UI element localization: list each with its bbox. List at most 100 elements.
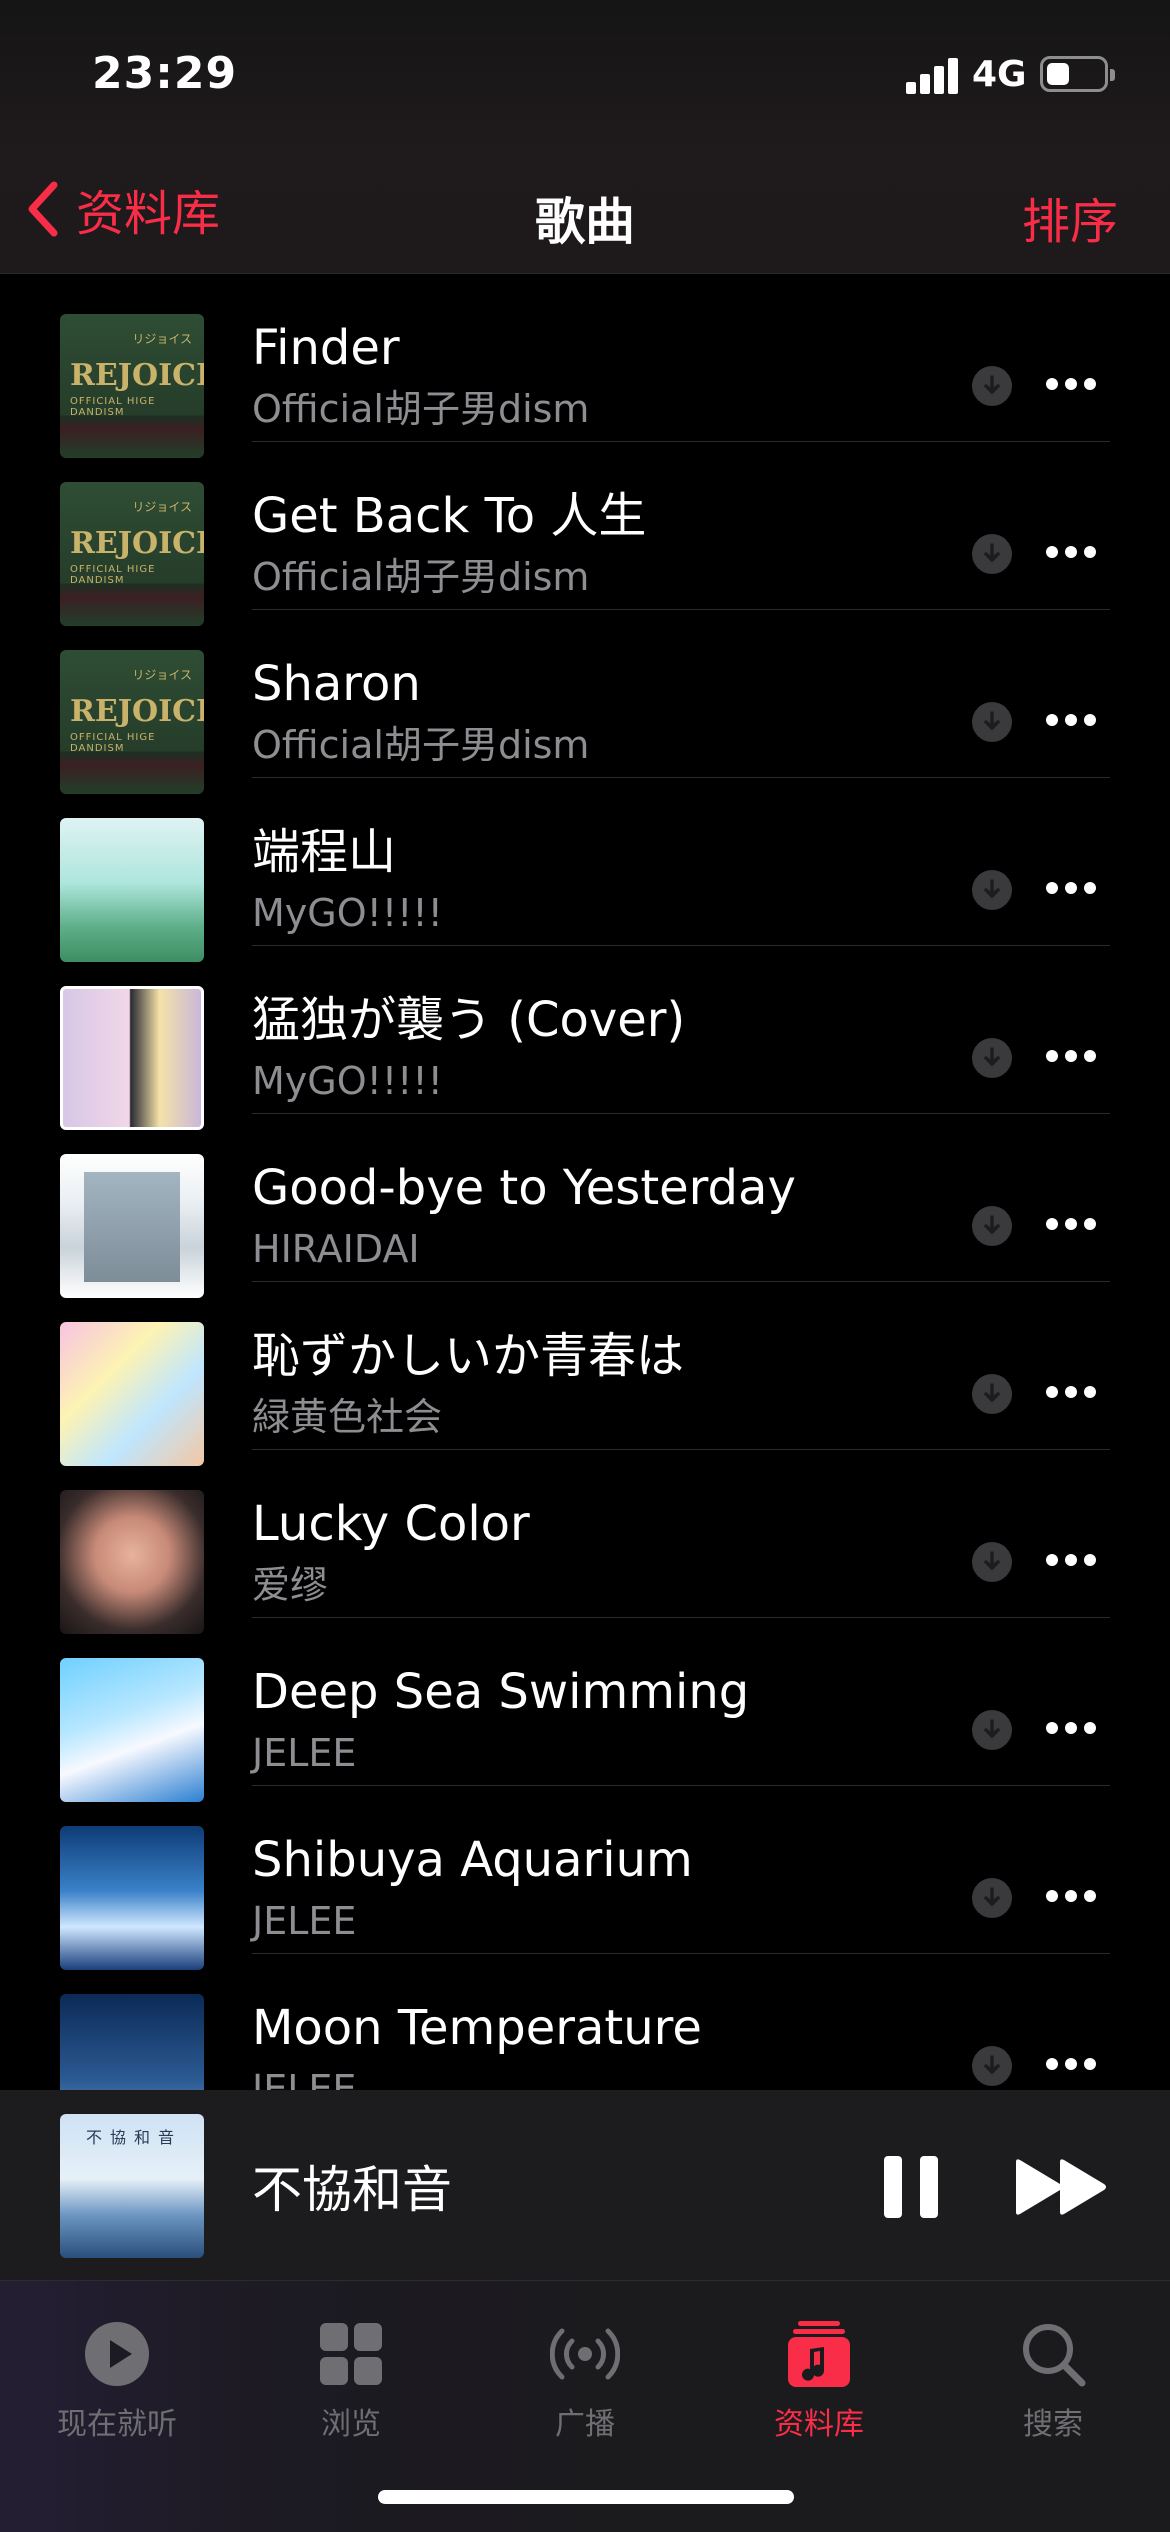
song-artist: 爱缪: [252, 1563, 329, 1607]
song-row[interactable]: Lucky Color 爱缪: [0, 1450, 1170, 1634]
album-art: [60, 1658, 204, 1802]
album-art: リジョイス REJOICE OFFICIAL HIGE DANDISM: [60, 650, 204, 794]
song-title: Finder: [252, 320, 400, 376]
album-art: [60, 1490, 204, 1634]
album-art-text: OFFICIAL HIGE DANDISM: [70, 564, 156, 586]
album-art: [60, 1154, 204, 1298]
radio-icon: [550, 2328, 620, 2380]
now-playing-title: 不協和音: [252, 2161, 452, 2219]
download-icon[interactable]: [972, 1374, 1012, 1414]
more-options-icon[interactable]: [1046, 546, 1096, 560]
battery-icon: [1040, 56, 1115, 92]
download-icon[interactable]: [972, 1038, 1012, 1078]
song-row[interactable]: Moon Temperature JELEE: [0, 1954, 1170, 2090]
more-options-icon[interactable]: [1046, 714, 1096, 728]
song-row[interactable]: 端程山 MyGO!!!!!: [0, 778, 1170, 962]
song-row[interactable]: 猛独が襲う (Cover) MyGO!!!!!: [0, 946, 1170, 1130]
sort-button[interactable]: 排序: [1022, 182, 1118, 252]
song-row[interactable]: リジョイス REJOICE OFFICIAL HIGE DANDISM Shar…: [0, 610, 1170, 794]
more-options-icon[interactable]: [1046, 1386, 1096, 1400]
more-options-icon[interactable]: [1046, 1218, 1096, 1232]
song-artist: HIRAIDAI: [252, 1227, 420, 1271]
album-art: リジョイス REJOICE OFFICIAL HIGE DANDISM: [60, 482, 204, 626]
fast-forward-button[interactable]: [1014, 2158, 1110, 2216]
album-art-text: REJOICE: [70, 358, 204, 393]
network-type: 4G: [972, 54, 1027, 95]
album-art-text: OFFICIAL HIGE DANDISM: [70, 396, 156, 418]
song-title: Get Back To 人生: [252, 488, 647, 544]
song-title: Moon Temperature: [252, 2000, 702, 2056]
tab-library[interactable]: 资料库: [702, 2299, 936, 2449]
album-art-text: REJOICE: [70, 526, 204, 561]
album-art: [60, 1322, 204, 1466]
download-icon[interactable]: [972, 702, 1012, 742]
download-icon[interactable]: [972, 1878, 1012, 1918]
status-time: 23:29: [92, 48, 238, 99]
more-options-icon[interactable]: [1046, 2058, 1096, 2072]
song-artist: Official胡子男dism: [252, 387, 590, 431]
cellular-signal-icon: [906, 58, 960, 94]
song-row[interactable]: Deep Sea Swimming JELEE: [0, 1618, 1170, 1802]
song-title: Shibuya Aquarium: [252, 1832, 693, 1888]
download-icon[interactable]: [972, 870, 1012, 910]
tab-browse[interactable]: 浏览: [234, 2299, 468, 2449]
song-artist: JELEE: [252, 1731, 357, 1775]
top-header: 23:29 4G 资料库 歌曲 排序: [0, 0, 1170, 274]
more-options-icon[interactable]: [1046, 1722, 1096, 1736]
song-artist: Official胡子男dism: [252, 555, 590, 599]
album-art-text: 不協和音: [86, 2128, 183, 2147]
status-bar: 23:29 4G: [0, 0, 1170, 150]
search-icon: [1023, 2324, 1086, 2387]
tab-radio[interactable]: 广播: [468, 2299, 702, 2449]
album-art: [60, 1826, 204, 1970]
song-title: Deep Sea Swimming: [252, 1664, 750, 1720]
song-artist: JELEE: [252, 2067, 357, 2090]
more-options-icon[interactable]: [1046, 378, 1096, 392]
tab-label: 现在就听: [57, 2407, 177, 2442]
song-row[interactable]: Shibuya Aquarium JELEE: [0, 1786, 1170, 1970]
song-row[interactable]: リジョイス REJOICE OFFICIAL HIGE DANDISM Get …: [0, 442, 1170, 626]
navigation-bar: 资料库 歌曲 排序: [0, 160, 1170, 260]
album-art-text: リジョイス: [132, 668, 192, 682]
tab-listen-now[interactable]: 现在就听: [0, 2299, 234, 2449]
page-title: 歌曲: [535, 193, 635, 251]
song-title: Good-bye to Yesterday: [252, 1160, 796, 1216]
pause-button[interactable]: [884, 2156, 938, 2218]
song-title: Sharon: [252, 656, 421, 712]
download-icon[interactable]: [972, 2046, 1012, 2086]
song-title: 猛独が襲う (Cover): [252, 992, 686, 1048]
more-options-icon[interactable]: [1046, 1890, 1096, 1904]
song-title: Lucky Color: [252, 1496, 530, 1552]
grid-icon: [320, 2323, 382, 2385]
song-artist: 緑黄色社会: [252, 1395, 443, 1439]
song-title: 端程山: [252, 824, 397, 880]
download-icon[interactable]: [972, 1710, 1012, 1750]
mini-player[interactable]: 不協和音 不協和音: [0, 2090, 1170, 2280]
album-art: [60, 986, 204, 1130]
album-art-text: REJOICE: [70, 694, 204, 729]
song-row[interactable]: Good-bye to Yesterday HIRAIDAI: [0, 1114, 1170, 1298]
album-art: [60, 1994, 204, 2090]
play-circle-icon: [85, 2322, 149, 2386]
song-artist: Official胡子男dism: [252, 723, 590, 767]
tab-label: 资料库: [774, 2407, 864, 2442]
more-options-icon[interactable]: [1046, 1050, 1096, 1064]
tab-label: 浏览: [321, 2407, 381, 2442]
music-library-icon: [788, 2321, 850, 2387]
song-title: 恥ずかしいか青春は: [252, 1328, 685, 1384]
more-options-icon[interactable]: [1046, 1554, 1096, 1568]
album-art-text: OFFICIAL HIGE DANDISM: [70, 732, 156, 754]
home-indicator[interactable]: [378, 2490, 794, 2504]
tab-search[interactable]: 搜索: [936, 2299, 1170, 2449]
song-list: リジョイス REJOICE OFFICIAL HIGE DANDISM Find…: [0, 274, 1170, 2090]
song-row[interactable]: 恥ずかしいか青春は 緑黄色社会: [0, 1282, 1170, 1466]
download-icon[interactable]: [972, 1542, 1012, 1582]
download-icon[interactable]: [972, 1206, 1012, 1246]
song-row[interactable]: リジョイス REJOICE OFFICIAL HIGE DANDISM Find…: [0, 274, 1170, 458]
more-options-icon[interactable]: [1046, 882, 1096, 896]
download-icon[interactable]: [972, 534, 1012, 574]
tab-label: 广播: [555, 2407, 615, 2442]
tab-label: 搜索: [1023, 2407, 1083, 2442]
download-icon[interactable]: [972, 366, 1012, 406]
album-art-text: リジョイス: [132, 332, 192, 346]
